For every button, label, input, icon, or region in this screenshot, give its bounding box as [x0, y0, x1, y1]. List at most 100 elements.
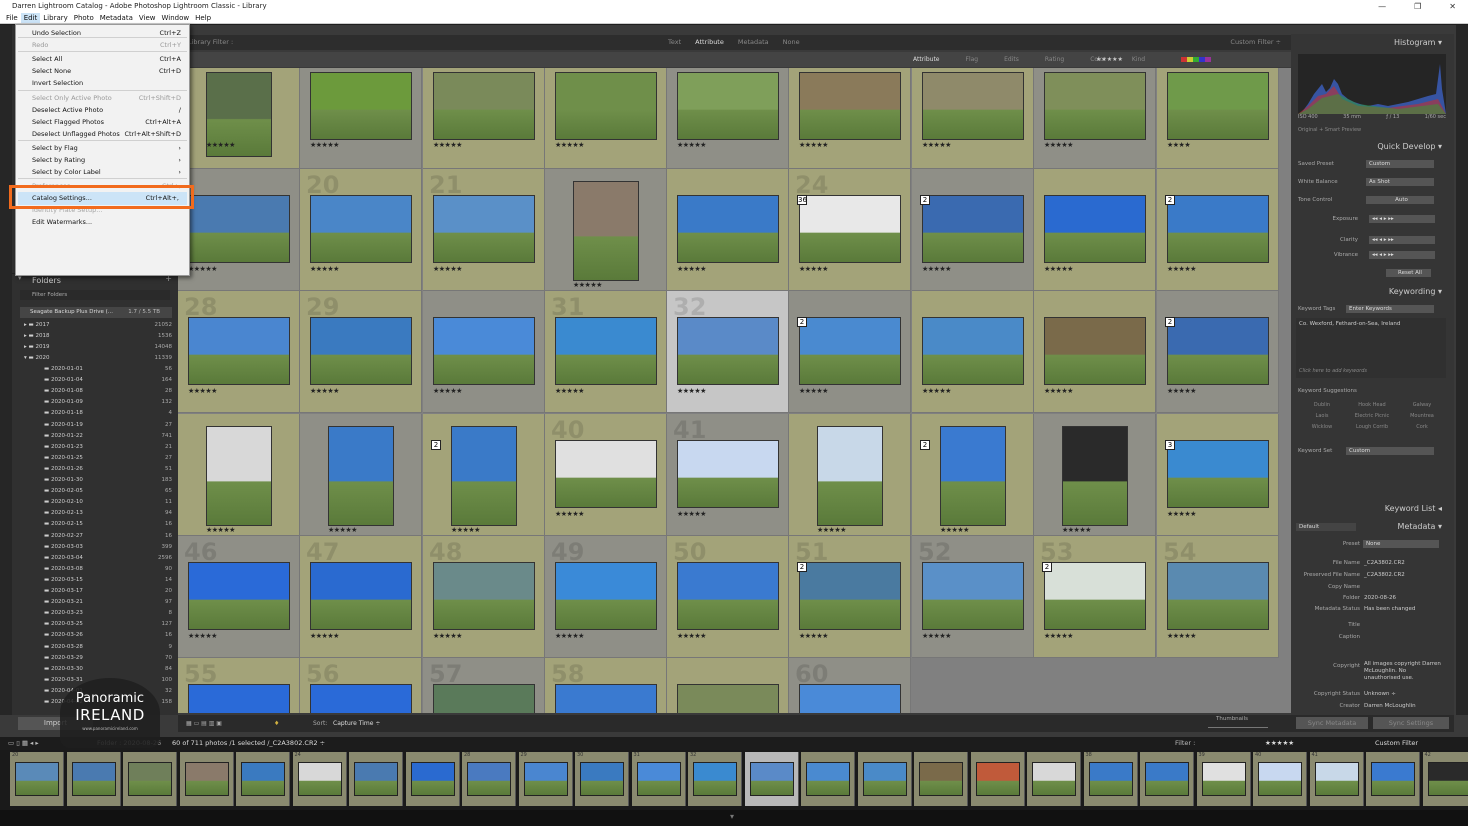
filmstrip-thumbnail[interactable] [297, 762, 342, 796]
menu-help[interactable]: Help [192, 13, 214, 23]
clarity-buttons[interactable]: ◂◂ ◂ ▸ ▸▸ [1369, 236, 1435, 244]
photo-thumbnail[interactable] [188, 317, 290, 385]
photo-thumbnail[interactable] [817, 426, 883, 526]
filmstrip-thumbnail[interactable] [636, 762, 681, 796]
filmstrip-thumbnail[interactable] [919, 762, 963, 796]
star-rating[interactable]: ★★★★★ [310, 632, 339, 640]
filmstrip-thumbnail[interactable] [128, 762, 172, 796]
rating-stars-filter[interactable]: ★★★★★ [1096, 52, 1123, 67]
star-rating[interactable]: ★★★★★ [188, 265, 217, 273]
photo-thumbnail[interactable] [310, 562, 412, 630]
left-edge-bar[interactable] [0, 25, 12, 715]
photo-thumbnail[interactable] [188, 195, 290, 263]
stack-count-badge[interactable]: 2 [431, 440, 441, 450]
filmstrip-cell[interactable]: 42 [1422, 752, 1468, 806]
creator-value[interactable]: Darren McLoughlin [1364, 701, 1416, 711]
photo-thumbnail[interactable] [310, 72, 412, 140]
filmstrip-cell[interactable] [914, 752, 968, 806]
subfolder[interactable]: ▬ 2020-03-30 84 [24, 664, 176, 675]
filmstrip-cell[interactable] [179, 752, 234, 806]
star-rating[interactable]: ★★★★★ [799, 141, 828, 149]
metadata-field-value[interactable]: 2020-08-26 [1364, 593, 1396, 603]
menu-metadata[interactable]: Metadata [97, 13, 136, 23]
subfolder[interactable]: ▬ 2020-03-15 14 [24, 575, 176, 586]
filmstrip-thumbnail[interactable] [467, 762, 511, 796]
grid-cell[interactable]: 52 ★★★★★ [912, 536, 1034, 658]
edit-menu-item[interactable]: Edit Watermarks... [32, 217, 181, 228]
subfolder[interactable]: ▬ 2020-03-28 9 [24, 642, 176, 653]
keyword-suggestion[interactable]: Galway [1400, 402, 1444, 408]
sync-settings-button[interactable]: Sync Settings [1373, 717, 1449, 729]
edit-menu-item[interactable]: Invert Selection [32, 78, 181, 89]
grid-cell[interactable]: 20 ★★★★★ [300, 169, 422, 291]
restore-icon[interactable]: ❐ [1414, 0, 1421, 13]
chevron-down-icon[interactable]: ▾ [730, 812, 734, 821]
filmstrip-cell[interactable]: 39 [1196, 752, 1251, 806]
keyword-suggestion[interactable]: Mountrea [1400, 413, 1444, 419]
star-rating[interactable]: ★★★★★ [1044, 632, 1073, 640]
grid-cell[interactable]: 48 ★★★★★ [423, 536, 545, 658]
subfolder[interactable]: ▬ 2020-03-29 70 [24, 653, 176, 664]
keywords-textarea[interactable]: Co. Wexford, Fethard-on-Sea, Ireland [1296, 318, 1446, 368]
menu-view[interactable]: View [136, 13, 159, 23]
edit-menu-item[interactable]: Undo Selection Ctrl+Z [32, 28, 181, 39]
stack-count-badge[interactable]: 2 [920, 195, 930, 205]
filmstrip-cell[interactable]: 30 [575, 752, 629, 806]
filmstrip-thumbnail[interactable] [862, 762, 907, 796]
subfolder[interactable]: ▬ 2020-02-15 16 [24, 519, 176, 530]
photo-thumbnail[interactable] [310, 317, 412, 385]
filmstrip-cell[interactable] [801, 752, 855, 806]
star-rating[interactable]: ★★★★★ [677, 510, 706, 518]
grid-cell[interactable]: ★★★★★ [545, 169, 667, 291]
folder-year[interactable]: ▸ ▬ 2017 21052 [24, 320, 176, 331]
filmstrip-cell[interactable] [123, 752, 177, 806]
star-rating[interactable]: ★★★★★ [922, 265, 951, 273]
star-rating[interactable]: ★★★★★ [922, 632, 951, 640]
reset-all-button[interactable]: Reset All [1386, 269, 1431, 277]
subfolder[interactable]: ▬ 2020-03-17 20 [24, 586, 176, 597]
subfolder[interactable]: ▬ 2020-01-30 183 [24, 475, 176, 486]
grid-cell[interactable]: 49 ★★★★★ [545, 536, 667, 658]
star-rating[interactable]: ★★★★★ [206, 526, 235, 534]
photo-thumbnail[interactable] [433, 562, 535, 630]
grid-cell[interactable]: 50 ★★★★★ [667, 536, 789, 658]
filmstrip-cell[interactable] [857, 752, 912, 806]
keyword-suggestion[interactable]: Dublin [1300, 402, 1344, 408]
photo-thumbnail[interactable] [1167, 440, 1269, 508]
metadata-field-value[interactable]: _C2A3802.CR2 [1364, 570, 1405, 580]
photo-thumbnail[interactable] [799, 195, 901, 263]
folder-year[interactable]: ▸ ▬ 2019 14048 [24, 342, 176, 353]
subfolder[interactable]: ▬ 2020-02-13 94 [24, 508, 176, 519]
star-rating[interactable]: ★★★★★ [1044, 141, 1073, 149]
grid-cell[interactable]: 57 [423, 658, 545, 713]
photo-thumbnail[interactable] [1062, 426, 1128, 526]
subfolder[interactable]: ▬ 2020-01-19 27 [24, 420, 176, 431]
grid-cell[interactable]: 32 ★★★★★ [667, 291, 789, 413]
photo-thumbnail[interactable] [922, 72, 1024, 140]
filmstrip-cell[interactable]: 41 [1309, 752, 1364, 806]
filter-folders-field[interactable]: Filter Folders [20, 290, 170, 300]
saved-preset-select[interactable]: Custom [1366, 160, 1434, 168]
photo-thumbnail[interactable] [677, 72, 779, 140]
grid-cell[interactable]: ★★★★★ [789, 68, 911, 169]
grid-cell[interactable]: ★★★★★ [789, 414, 911, 536]
grid-cell[interactable]: 2 ★★★★★ [789, 291, 911, 413]
photo-thumbnail[interactable] [555, 684, 657, 713]
attr-edits[interactable]: Edits [1004, 52, 1019, 67]
subfolder[interactable]: ▬ 2020-03-21 97 [24, 597, 176, 608]
copyright-value[interactable]: All images copyright Darren McLoughlin. … [1364, 661, 1442, 682]
photo-thumbnail[interactable] [922, 562, 1024, 630]
filmstrip-cell[interactable]: 24 [292, 752, 347, 806]
grid-cell[interactable]: 47 ★★★★★ [300, 536, 422, 658]
stack-count-badge[interactable]: 36 [797, 195, 807, 205]
photo-thumbnail[interactable] [677, 562, 779, 630]
grid-cell[interactable]: 28 ★★★★★ [178, 291, 300, 413]
filmstrip-thumbnail[interactable] [1201, 762, 1246, 796]
filmstrip-thumbnail[interactable] [580, 762, 624, 796]
photo-thumbnail[interactable] [1167, 562, 1269, 630]
photo-thumbnail[interactable] [922, 195, 1024, 263]
photo-thumbnail[interactable] [677, 440, 779, 508]
grid-cell[interactable]: 2 ★★★★★ [1157, 169, 1279, 291]
grid-cell[interactable]: ★★★★★ [178, 414, 300, 536]
metadata-field-value[interactable]: Has been changed [1364, 604, 1415, 614]
